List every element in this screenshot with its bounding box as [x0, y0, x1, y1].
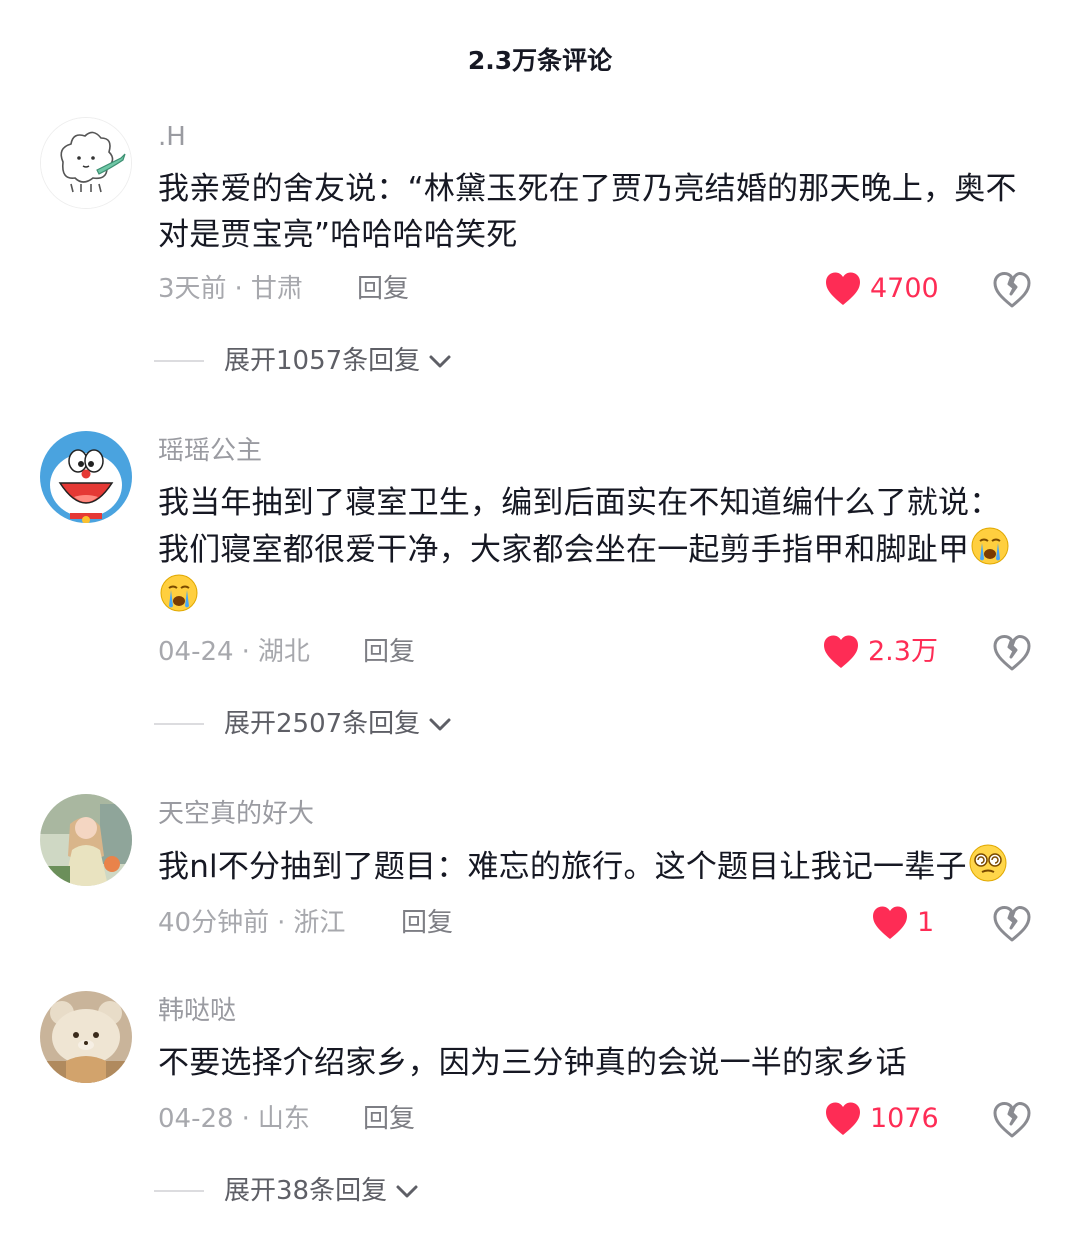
- comment-time: 3天前: [158, 274, 227, 304]
- dislike-button[interactable]: [992, 1100, 1032, 1140]
- sheep-cartoon-icon: [41, 118, 131, 208]
- expand-replies-label: 展开1057条回复: [224, 346, 421, 376]
- avatar[interactable]: [40, 794, 132, 886]
- divider-line: [154, 723, 204, 725]
- comment-text-line: [158, 573, 1043, 620]
- comment-text-line: 我当年抽到了寝室卫生，编到后面实在不知道编什么了就说：: [158, 485, 1001, 521]
- crying-face-icon: [970, 526, 1010, 566]
- heart-icon: [873, 906, 907, 939]
- comment-meta: 04-28 · 山东: [158, 1102, 310, 1136]
- like-button[interactable]: 4700: [824, 269, 939, 309]
- expand-replies-label: 展开2507条回复: [224, 709, 421, 739]
- comment-text-line: 我们寝室都很爱干净，大家都会坐在一起剪手指甲和脚趾甲: [158, 526, 1043, 573]
- expand-replies[interactable]: 展开1057条回复: [154, 344, 454, 378]
- girl-photo-icon: [40, 794, 132, 886]
- meta-separator: ·: [234, 274, 243, 304]
- comment-username[interactable]: 瑶瑶公主: [158, 435, 262, 467]
- like-count: 1: [917, 907, 935, 938]
- expand-replies[interactable]: 展开38条回复: [154, 1174, 421, 1208]
- comment-item: 韩哒哒 不要选择介绍家乡，因为三分钟真的会说一半的家乡话 04-28 · 山东 回复…: [0, 991, 1080, 1221]
- broken-heart-icon: [993, 635, 1031, 671]
- dislike-button[interactable]: [992, 270, 1032, 310]
- comment-text-segment: 我们寝室都很爱干净，大家都会坐在一起剪手指甲和脚趾甲: [158, 532, 970, 568]
- heart-icon: [826, 272, 860, 305]
- broken-heart-icon: [993, 272, 1031, 308]
- broken-heart-icon: [993, 906, 1031, 942]
- reply-button[interactable]: 回复: [363, 1102, 415, 1136]
- expand-replies[interactable]: 展开2507条回复: [154, 707, 454, 741]
- avatar[interactable]: [40, 991, 132, 1083]
- comment-time: 04-24: [158, 637, 234, 667]
- comment-time: 04-28: [158, 1104, 234, 1134]
- meta-separator: ·: [241, 637, 250, 667]
- comment-text: 我当年抽到了寝室卫生，编到后面实在不知道编什么了就说： 我们寝室都很爱干净，大家…: [158, 480, 1043, 620]
- like-button[interactable]: 1: [871, 903, 934, 943]
- like-count: 1076: [870, 1103, 939, 1134]
- meta-separator: ·: [277, 908, 286, 938]
- comments-count-title: 2.3万条评论: [467, 46, 613, 75]
- comment-item: 天空真的好大 我nl不分抽到了题目：难忘的旅行。这个题目让我记一辈子 40分钟前…: [0, 794, 1080, 954]
- like-button[interactable]: 2.3万: [822, 632, 938, 672]
- comment-text-segment: 我nl不分抽到了题目：难忘的旅行。这个题目让我记一辈子: [158, 849, 967, 885]
- comment-meta: 3天前 · 甘肃: [158, 272, 303, 306]
- heart-icon: [824, 635, 858, 668]
- comment-text: 我nl不分抽到了题目：难忘的旅行。这个题目让我记一辈子: [158, 843, 1043, 890]
- doraemon-icon: [40, 431, 132, 523]
- like-count: 2.3万: [868, 636, 938, 667]
- crying-face-icon: [159, 573, 199, 613]
- dislike-button[interactable]: [992, 633, 1032, 673]
- chevron-down-icon: [429, 718, 451, 731]
- comment-item: 瑶瑶公主 我当年抽到了寝室卫生，编到后面实在不知道编什么了就说： 我们寝室都很爱…: [0, 431, 1080, 741]
- comment-time: 40分钟前: [158, 908, 270, 938]
- chevron-down-icon: [429, 355, 451, 368]
- avatar[interactable]: [40, 117, 132, 209]
- meta-separator: ·: [241, 1104, 250, 1134]
- like-button[interactable]: 1076: [824, 1099, 939, 1139]
- reply-button[interactable]: 回复: [401, 906, 453, 940]
- comment-meta: 40分钟前 · 浙江: [158, 906, 345, 940]
- bear-hat-cat-icon: [40, 991, 132, 1083]
- comment-username[interactable]: 韩哒哒: [158, 995, 236, 1027]
- comment-username[interactable]: .H: [158, 121, 186, 153]
- divider-line: [154, 360, 204, 362]
- reply-button[interactable]: 回复: [357, 272, 409, 306]
- comment-meta: 04-24 · 湖北: [158, 635, 310, 669]
- chevron-down-icon: [396, 1185, 418, 1198]
- like-count: 4700: [870, 273, 939, 304]
- heart-icon: [826, 1102, 860, 1135]
- comment-item: .H 我亲爱的舍友说：“林黛玉死在了贾乃亮结婚的那天晚上，奥不对是贾宝亮”哈哈哈…: [0, 117, 1080, 387]
- avatar[interactable]: [40, 431, 132, 523]
- comment-text: 我亲爱的舍友说：“林黛玉死在了贾乃亮结婚的那天晚上，奥不对是贾宝亮”哈哈哈哈笑死: [158, 171, 1017, 253]
- comment-location: 甘肃: [250, 274, 303, 304]
- divider-line: [154, 1190, 204, 1192]
- broken-heart-icon: [993, 1102, 1031, 1138]
- comment-location: 山东: [257, 1104, 310, 1134]
- comment-location: 浙江: [293, 908, 346, 938]
- dislike-button[interactable]: [992, 904, 1032, 944]
- reply-button[interactable]: 回复: [363, 635, 415, 669]
- dizzy-face-icon: [968, 843, 1008, 883]
- comment-location: 湖北: [257, 637, 310, 667]
- comment-text: 不要选择介绍家乡，因为三分钟真的会说一半的家乡话: [158, 1045, 907, 1081]
- comment-username[interactable]: 天空真的好大: [158, 798, 314, 830]
- expand-replies-label: 展开38条回复: [224, 1176, 388, 1206]
